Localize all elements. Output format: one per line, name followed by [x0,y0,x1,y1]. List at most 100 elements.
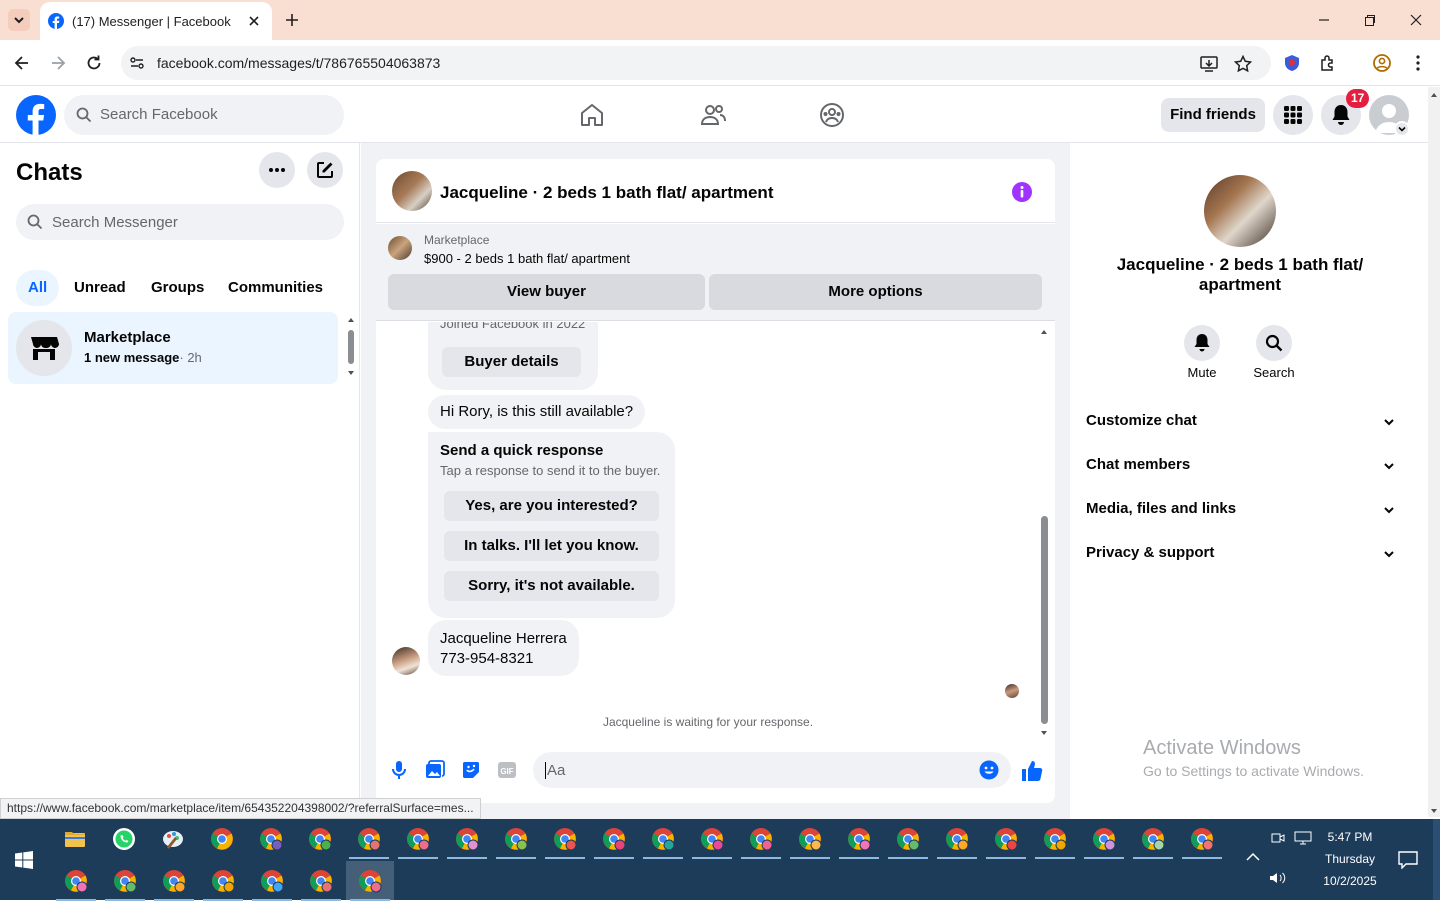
quick-response-talks-button[interactable]: In talks. I'll let you know. [444,531,659,561]
buyer-details-button[interactable]: Buyer details [442,347,581,377]
chrome-window-taskbar-icon[interactable] [443,819,491,859]
chrome-window-taskbar-icon[interactable] [737,819,785,859]
chrome-window-taskbar-icon[interactable] [248,861,296,901]
chrome-window-taskbar-icon[interactable] [150,861,198,901]
listing-title[interactable]: $900 - 2 beds 1 bath flat/ apartment [424,251,630,266]
meet-now-icon[interactable] [1271,831,1285,845]
quick-response-unavailable-button[interactable]: Sorry, it's not available. [444,571,659,601]
chevron-up-icon[interactable] [1246,852,1260,862]
chrome-window-taskbar-icon[interactable] [346,861,394,901]
filter-groups[interactable]: Groups [139,270,216,306]
info-icon[interactable] [1011,181,1033,203]
view-buyer-button[interactable]: View buyer [388,274,705,310]
filter-all[interactable]: All [16,270,60,306]
chrome-window-taskbar-icon[interactable] [982,819,1030,859]
chrome-window-taskbar-icon[interactable] [198,819,246,859]
filter-communities[interactable]: Communities [216,270,335,306]
scroll-down-arrow-icon[interactable] [347,369,355,377]
paint-taskbar-icon[interactable] [149,819,197,859]
browser-menu-kebab-icon[interactable] [1408,53,1428,73]
notification-center-icon[interactable] [1398,851,1418,869]
chat-list-scrollbar[interactable] [346,313,356,379]
customize-chat-row[interactable]: Customize chat [1086,405,1396,437]
home-icon[interactable] [578,101,606,129]
message-input[interactable]: Aa [533,752,1011,788]
chat-list-item[interactable]: Marketplace 1 new message· 2h [8,312,338,384]
listing-thumbnail[interactable] [388,236,412,260]
chrome-window-taskbar-icon[interactable] [199,861,247,901]
filter-unread[interactable]: Unread [62,270,138,306]
minimize-icon[interactable] [1316,12,1332,28]
mute-button[interactable] [1184,325,1220,361]
chrome-window-taskbar-icon[interactable] [786,819,834,859]
chrome-window-taskbar-icon[interactable] [933,819,981,859]
chrome-window-taskbar-icon[interactable] [688,819,736,859]
chrome-window-taskbar-icon[interactable] [1031,819,1079,859]
chrome-window-taskbar-icon[interactable] [247,819,295,859]
omnibox[interactable]: facebook.com/messages/t/786765504063873 [121,46,1271,80]
chrome-window-taskbar-icon[interactable] [590,819,638,859]
messages-scrollbar[interactable] [1038,326,1050,738]
messenger-search-input[interactable]: Search Messenger [16,204,344,240]
chrome-window-taskbar-icon[interactable] [52,861,100,901]
chrome-window-taskbar-icon[interactable] [1080,819,1128,859]
page-scrollbar[interactable] [1428,87,1440,817]
scroll-down-arrow-icon[interactable] [1040,729,1048,737]
chrome-window-taskbar-icon[interactable] [101,861,149,901]
close-icon[interactable] [246,13,262,29]
chrome-window-taskbar-icon[interactable] [297,861,345,901]
quick-response-yes-button[interactable]: Yes, are you interested? [444,491,659,521]
privacy-support-row[interactable]: Privacy & support [1086,537,1396,569]
search-in-chat-button[interactable] [1256,325,1292,361]
chrome-window-taskbar-icon[interactable] [296,819,344,859]
chrome-window-taskbar-icon[interactable] [345,819,393,859]
chrome-window-taskbar-icon[interactable] [835,819,883,859]
groups-icon[interactable] [818,101,846,129]
conversation-title[interactable]: Jacqueline · 2 beds 1 bath flat/ apartme… [440,183,773,203]
whatsapp-taskbar-icon[interactable] [100,819,148,859]
new-tab-plus-icon[interactable] [282,10,302,30]
reload-icon[interactable] [84,53,104,73]
scroll-up-arrow-icon[interactable] [347,316,355,324]
friends-icon[interactable] [699,101,727,129]
network-icon[interactable] [1294,831,1312,845]
gif-icon[interactable]: GIF [497,760,517,780]
file-explorer-taskbar-icon[interactable] [51,819,99,859]
taskbar-time[interactable]: 5:47 PM [1320,830,1380,844]
facebook-search-input[interactable]: Search Facebook [64,95,344,135]
sender-avatar[interactable] [392,647,420,675]
facebook-logo-icon[interactable] [16,95,56,135]
chats-options-button[interactable] [259,152,295,188]
profile-icon[interactable] [1372,53,1392,73]
taskbar-day[interactable]: Thursday [1320,852,1380,866]
chrome-window-taskbar-icon[interactable] [1178,819,1226,859]
emoji-icon[interactable] [979,760,999,780]
window-close-icon[interactable] [1408,12,1424,28]
scrollbar-thumb[interactable] [348,330,354,364]
back-arrow-icon[interactable] [12,53,32,73]
page-scroll-down[interactable] [1428,803,1440,819]
chrome-window-taskbar-icon[interactable] [639,819,687,859]
contact-message-bubble[interactable]: Jacqueline Herrera 773-954-8321 [428,620,579,676]
notifications-button[interactable]: 17 [1321,89,1370,135]
chrome-window-taskbar-icon[interactable] [884,819,932,859]
extensions-puzzle-icon[interactable] [1318,53,1338,73]
chat-members-row[interactable]: Chat members [1086,449,1396,481]
new-message-button[interactable] [307,152,343,188]
windows-start-icon[interactable] [15,851,33,869]
chrome-window-taskbar-icon[interactable] [394,819,442,859]
account-menu-button[interactable] [1394,121,1410,137]
chrome-window-taskbar-icon[interactable] [1129,819,1177,859]
photo-attach-icon[interactable] [425,760,445,780]
find-friends-button[interactable]: Find friends [1161,98,1265,132]
chrome-window-taskbar-icon[interactable] [541,819,589,859]
chrome-window-taskbar-icon[interactable] [492,819,540,859]
browser-tab[interactable]: (17) Messenger | Facebook [40,2,272,40]
extension-shield-icon[interactable] [1282,53,1302,73]
site-settings-icon[interactable] [129,55,145,71]
forward-arrow-icon[interactable] [48,53,68,73]
info-avatar[interactable] [1204,175,1276,247]
thumbs-up-icon[interactable] [1020,759,1044,783]
volume-icon[interactable] [1269,871,1287,885]
scroll-down-arrow-icon[interactable] [1430,807,1438,815]
